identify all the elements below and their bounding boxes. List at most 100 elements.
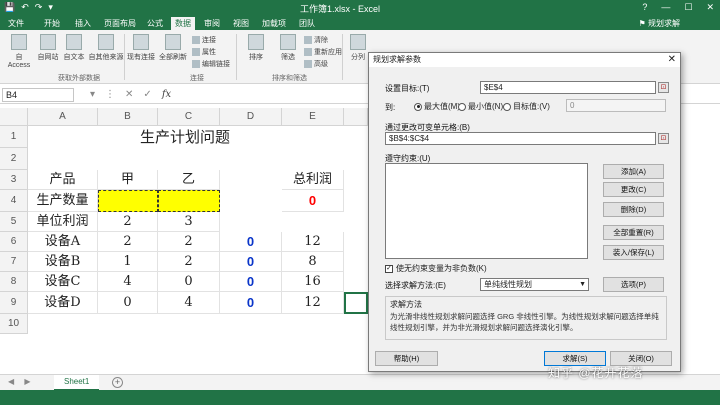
name-box[interactable]: B4 bbox=[2, 88, 74, 102]
row-header[interactable]: 1 bbox=[0, 126, 28, 148]
from-other-sources-button[interactable]: 自其他来源 bbox=[88, 34, 124, 62]
from-access-button[interactable]: 自 Access bbox=[4, 34, 34, 69]
cell-e8[interactable]: 16 bbox=[282, 272, 344, 292]
options-button[interactable]: 选项(P) bbox=[603, 277, 664, 292]
cell-b5[interactable]: 2 bbox=[98, 212, 158, 232]
column-header-c[interactable]: C bbox=[158, 108, 220, 126]
reapply-button[interactable]: 重新应用 bbox=[304, 47, 342, 57]
sheet-nav-arrows[interactable]: ◀ ▶ bbox=[8, 377, 35, 386]
delete-button[interactable]: 删除(D) bbox=[603, 202, 664, 217]
add-sheet-icon[interactable]: + bbox=[112, 377, 123, 388]
cell-a8[interactable]: 设备C bbox=[28, 272, 98, 292]
cell-d6[interactable]: 0 bbox=[220, 232, 282, 252]
sheet-tab-sheet1[interactable]: Sheet1 bbox=[54, 375, 100, 391]
from-web-button[interactable]: 自网站 bbox=[36, 34, 60, 62]
cell-e9[interactable]: 12 bbox=[282, 292, 344, 314]
cell-b7[interactable]: 1 bbox=[98, 252, 158, 272]
cell-e3[interactable]: 总利润 bbox=[282, 170, 344, 190]
customize-qat-icon[interactable]: ▾ bbox=[48, 2, 53, 13]
cell-c7[interactable]: 2 bbox=[158, 252, 220, 272]
redo-icon[interactable]: ↷ bbox=[35, 2, 43, 13]
connections-button[interactable]: 连接 bbox=[192, 35, 216, 45]
cell-a6[interactable]: 设备A bbox=[28, 232, 98, 252]
enter-icon[interactable]: ✓ bbox=[143, 89, 151, 100]
cell-e4-objective[interactable]: 0 bbox=[282, 190, 344, 212]
help-button[interactable]: 帮助(H) bbox=[375, 351, 438, 366]
radio-max[interactable]: 最大值(M) bbox=[414, 101, 460, 112]
tab-team[interactable]: 团队 bbox=[295, 17, 319, 30]
cell-c9[interactable]: 4 bbox=[158, 292, 220, 314]
row-header[interactable]: 6 bbox=[0, 232, 28, 252]
radio-value-of[interactable]: 目标值:(V) bbox=[503, 101, 550, 112]
cell-c6[interactable]: 2 bbox=[158, 232, 220, 252]
tab-home[interactable]: 开始 bbox=[40, 17, 64, 30]
radio-min[interactable]: 最小值(N) bbox=[458, 101, 503, 112]
column-header-b[interactable]: B bbox=[98, 108, 158, 126]
column-header-d[interactable]: D bbox=[220, 108, 282, 126]
solver-shortcut[interactable]: ⚑ 规划求解 bbox=[639, 17, 680, 30]
cell-b3[interactable]: 甲 bbox=[98, 170, 158, 190]
tab-insert[interactable]: 插入 bbox=[71, 17, 95, 30]
cancel-icon[interactable]: ✕ bbox=[125, 89, 133, 100]
column-header-f[interactable] bbox=[344, 108, 368, 126]
save-icon[interactable]: 💾 bbox=[4, 2, 15, 13]
help-icon[interactable]: ? bbox=[642, 2, 647, 13]
edit-links-button[interactable]: 编辑链接 bbox=[192, 59, 230, 69]
properties-button[interactable]: 属性 bbox=[192, 47, 216, 57]
cell-c4-decision-variable[interactable] bbox=[158, 190, 220, 212]
from-text-button[interactable]: 自文本 bbox=[62, 34, 86, 62]
tab-addins[interactable]: 加载项 bbox=[258, 17, 290, 30]
cell-c3[interactable]: 乙 bbox=[158, 170, 220, 190]
undo-icon[interactable]: ↶ bbox=[21, 2, 29, 13]
active-cell-f9[interactable] bbox=[344, 292, 368, 314]
target-value-input[interactable]: 0 bbox=[566, 99, 666, 112]
text-to-columns-button[interactable]: 分列 bbox=[348, 34, 368, 62]
cell-e7[interactable]: 8 bbox=[282, 252, 344, 272]
cell-a4[interactable]: 生产数量 bbox=[28, 190, 98, 212]
row-header[interactable]: 10 bbox=[0, 314, 28, 334]
minimize-button[interactable]: — bbox=[661, 2, 670, 13]
load-save-button[interactable]: 装入/保存(L) bbox=[603, 245, 664, 260]
row-header[interactable]: 3 bbox=[0, 170, 28, 190]
cell-b4-decision-variable[interactable] bbox=[98, 190, 158, 212]
maximize-button[interactable]: ☐ bbox=[684, 2, 692, 13]
constraints-list[interactable] bbox=[385, 163, 588, 259]
tab-review[interactable]: 审阅 bbox=[200, 17, 224, 30]
dialog-close-icon[interactable]: ✕ bbox=[668, 53, 676, 66]
cell-e6[interactable]: 12 bbox=[282, 232, 344, 252]
collapse-dialog-icon[interactable]: ⊡ bbox=[658, 82, 669, 93]
advanced-button[interactable]: 高级 bbox=[304, 59, 328, 69]
cell-a7[interactable]: 设备B bbox=[28, 252, 98, 272]
column-header-a[interactable]: A bbox=[28, 108, 98, 126]
sheet-title[interactable]: 生产计划问题 bbox=[140, 126, 344, 148]
add-button[interactable]: 添加(A) bbox=[603, 164, 664, 179]
column-header-e[interactable]: E bbox=[282, 108, 344, 126]
existing-connections-button[interactable]: 现有连接 bbox=[126, 34, 156, 62]
close-button[interactable]: ✕ bbox=[706, 2, 714, 13]
change-button[interactable]: 更改(C) bbox=[603, 182, 664, 197]
insert-function-icon[interactable]: fx bbox=[162, 89, 171, 100]
solving-method-select[interactable]: 单纯线性规划 ▼ bbox=[480, 278, 589, 291]
refresh-all-button[interactable]: 全部刷新 bbox=[158, 34, 188, 62]
cell-a5[interactable]: 单位利润 bbox=[28, 212, 98, 232]
changing-cells-input[interactable]: $B$4:$C$4 bbox=[385, 132, 656, 145]
sort-button[interactable]: 排序 bbox=[244, 34, 268, 62]
row-header[interactable]: 8 bbox=[0, 272, 28, 292]
namebox-dropdown-icon[interactable]: ▾ bbox=[90, 89, 95, 100]
cell-d8[interactable]: 0 bbox=[220, 272, 282, 292]
cell-b8[interactable]: 4 bbox=[98, 272, 158, 292]
tab-formulas[interactable]: 公式 bbox=[143, 17, 167, 30]
row-header[interactable]: 7 bbox=[0, 252, 28, 272]
cell-d7[interactable]: 0 bbox=[220, 252, 282, 272]
cell-b6[interactable]: 2 bbox=[98, 232, 158, 252]
cell-b9[interactable]: 0 bbox=[98, 292, 158, 314]
collapse-dialog-icon[interactable]: ⊡ bbox=[658, 133, 669, 144]
row-header[interactable]: 4 bbox=[0, 190, 28, 212]
cell-c8[interactable]: 0 bbox=[158, 272, 220, 292]
clear-button[interactable]: 清除 bbox=[304, 35, 328, 45]
cell-a3[interactable]: 产品 bbox=[28, 170, 98, 190]
row-header[interactable]: 2 bbox=[0, 148, 28, 170]
tab-view[interactable]: 视图 bbox=[229, 17, 253, 30]
filter-button[interactable]: 筛选 bbox=[276, 34, 300, 62]
reset-all-button[interactable]: 全部重置(R) bbox=[603, 225, 664, 240]
